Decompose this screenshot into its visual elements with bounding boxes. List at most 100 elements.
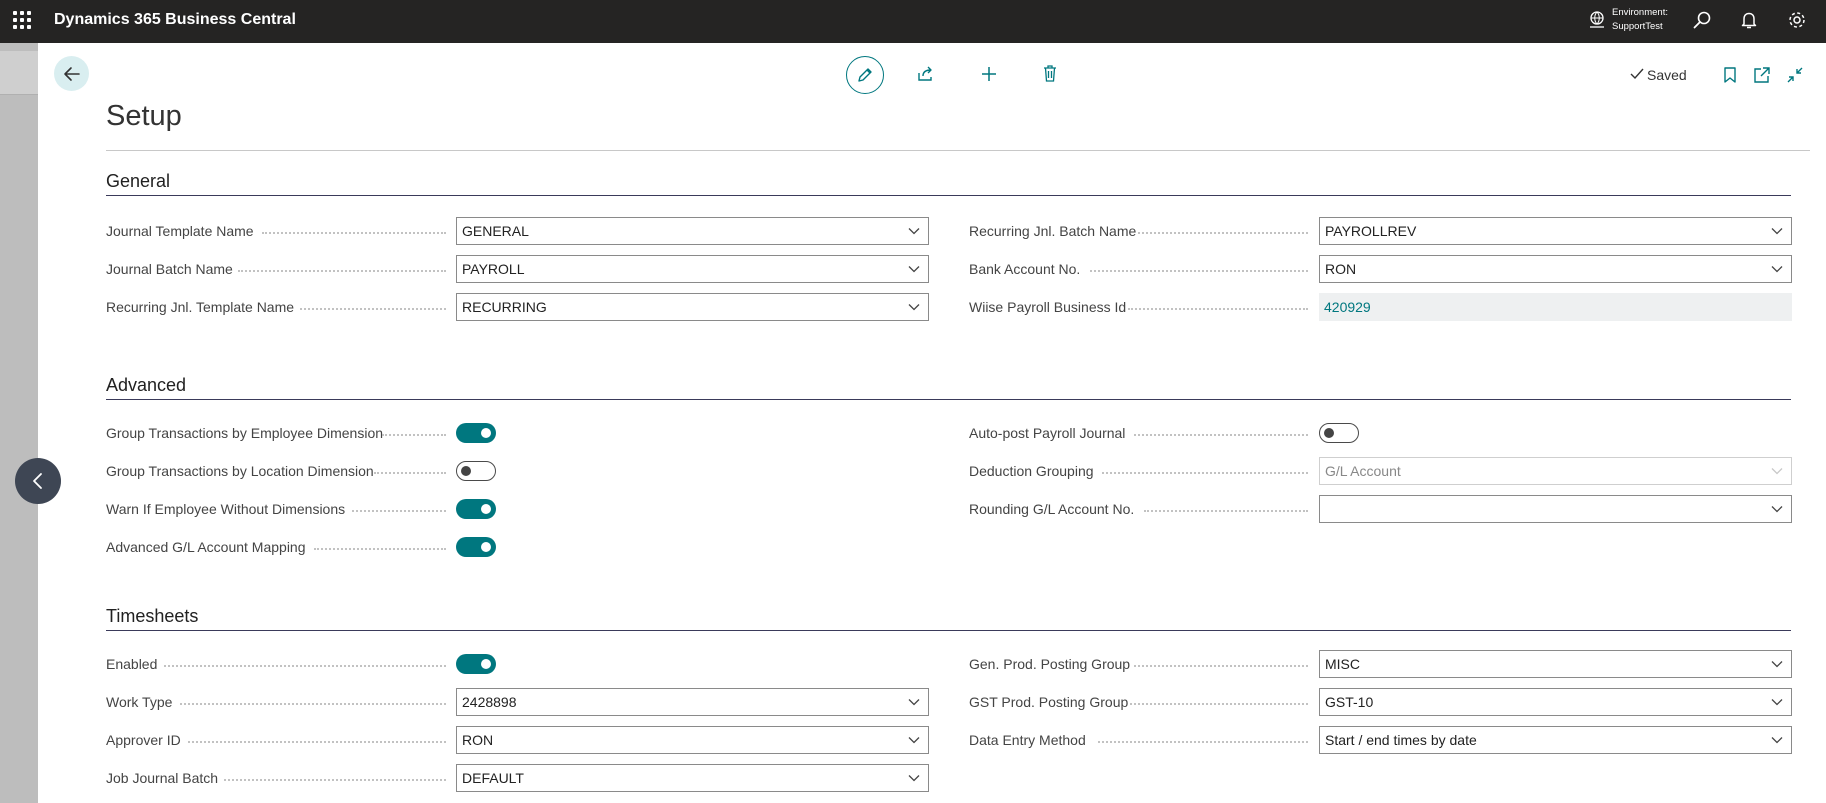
chevron-left-icon bbox=[33, 473, 42, 489]
plus-icon bbox=[982, 67, 996, 81]
chevron-down-icon[interactable] bbox=[1771, 505, 1783, 513]
field-value: MISC bbox=[1325, 656, 1360, 672]
environment-info[interactable]: Environment: SupportTest bbox=[1612, 6, 1668, 34]
section-divider bbox=[106, 630, 1791, 631]
edit-icon bbox=[858, 68, 872, 82]
timesheets-enabled-toggle[interactable] bbox=[456, 654, 496, 674]
field-value: RON bbox=[462, 732, 494, 748]
section-title-advanced[interactable]: Advanced bbox=[106, 375, 186, 396]
chevron-down-icon[interactable] bbox=[908, 774, 920, 782]
gst-prod-posting-group-field[interactable]: GST-10 bbox=[1319, 688, 1792, 716]
chevron-down-icon[interactable] bbox=[1771, 660, 1783, 668]
chevron-down-icon[interactable] bbox=[1771, 265, 1783, 273]
side-panel-toggle-button[interactable] bbox=[15, 458, 61, 504]
label-deduction-grouping: Deduction Grouping bbox=[969, 463, 1094, 479]
edit-button[interactable] bbox=[846, 56, 884, 94]
approver-id-field[interactable]: RON bbox=[456, 726, 929, 754]
chevron-down-icon[interactable] bbox=[1771, 227, 1783, 235]
environment-icon[interactable] bbox=[1587, 10, 1607, 30]
leader-dots bbox=[300, 308, 446, 310]
gen-prod-posting-group-field[interactable]: MISC bbox=[1319, 650, 1792, 678]
leader-dots bbox=[188, 741, 446, 743]
leader-dots bbox=[314, 548, 446, 550]
search-icon[interactable] bbox=[1691, 9, 1713, 31]
leader-dots bbox=[262, 232, 446, 234]
saved-status: Saved bbox=[1647, 67, 1687, 83]
wiise-business-id-field[interactable]: 420929 bbox=[1319, 293, 1792, 321]
chevron-down-icon[interactable] bbox=[908, 736, 920, 744]
journal-template-name-field[interactable]: GENERAL bbox=[456, 217, 929, 245]
field-value: GENERAL bbox=[462, 223, 529, 239]
leader-dots bbox=[1102, 472, 1308, 474]
label-recurring-template-name: Recurring Jnl. Template Name bbox=[106, 299, 295, 315]
label-group-by-location-dim: Group Transactions by Location Dimension bbox=[106, 463, 374, 479]
new-button[interactable] bbox=[974, 59, 1004, 89]
bookmark-icon[interactable] bbox=[1721, 66, 1739, 84]
label-group-by-employee-dim: Group Transactions by Employee Dimension bbox=[106, 425, 384, 441]
collapse-icon[interactable] bbox=[1786, 66, 1804, 84]
chevron-down-icon[interactable] bbox=[908, 227, 920, 235]
label-auto-post-journal: Auto-post Payroll Journal bbox=[969, 425, 1126, 441]
auto-post-journal-toggle[interactable] bbox=[1319, 423, 1359, 443]
work-type-field[interactable]: 2428898 bbox=[456, 688, 929, 716]
chevron-down-icon[interactable] bbox=[1771, 698, 1783, 706]
field-value: G/L Account bbox=[1325, 463, 1401, 479]
section-title-timesheets[interactable]: Timesheets bbox=[106, 606, 198, 627]
rounding-gl-account-field[interactable] bbox=[1319, 495, 1792, 523]
arrow-left-icon bbox=[64, 67, 80, 81]
label-gst-prod-posting-group: GST Prod. Posting Group bbox=[969, 694, 1129, 710]
leader-dots bbox=[1134, 665, 1308, 667]
leader-dots bbox=[382, 434, 446, 436]
recurring-batch-name-field[interactable]: PAYROLLREV bbox=[1319, 217, 1792, 245]
chevron-down-icon bbox=[1771, 468, 1783, 475]
delete-button[interactable] bbox=[1035, 59, 1065, 89]
label-enabled: Enabled bbox=[106, 656, 158, 672]
group-by-location-dim-toggle[interactable] bbox=[456, 461, 496, 481]
open-new-window-icon[interactable] bbox=[1753, 66, 1771, 84]
label-rounding-gl-account: Rounding G/L Account No. bbox=[969, 501, 1135, 517]
warn-without-dims-toggle[interactable] bbox=[456, 499, 496, 519]
field-value: PAYROLLREV bbox=[1325, 223, 1417, 239]
leader-dots bbox=[224, 779, 446, 781]
environment-name: SupportTest bbox=[1612, 21, 1663, 32]
advanced-gl-mapping-toggle[interactable] bbox=[456, 537, 496, 557]
bell-icon[interactable] bbox=[1738, 9, 1760, 31]
share-button[interactable] bbox=[911, 59, 941, 89]
label-gen-prod-posting-group: Gen. Prod. Posting Group bbox=[969, 656, 1131, 672]
section-divider bbox=[106, 195, 1791, 196]
environment-label: Environment: bbox=[1612, 7, 1668, 18]
data-entry-method-field[interactable]: Start / end times by date bbox=[1319, 726, 1792, 754]
left-panel-segment bbox=[0, 51, 38, 95]
label-warn-without-dims: Warn If Employee Without Dimensions bbox=[106, 501, 346, 517]
share-icon bbox=[918, 66, 932, 81]
gear-icon[interactable] bbox=[1786, 9, 1808, 31]
job-journal-batch-field[interactable]: DEFAULT bbox=[456, 764, 929, 792]
bank-account-no-field[interactable]: RON bbox=[1319, 255, 1792, 283]
leader-dots bbox=[1098, 741, 1308, 743]
section-title-general[interactable]: General bbox=[106, 171, 170, 192]
back-button[interactable] bbox=[54, 56, 89, 91]
chevron-down-icon[interactable] bbox=[908, 698, 920, 706]
leader-dots bbox=[180, 703, 446, 705]
label-recurring-batch-name: Recurring Jnl. Batch Name bbox=[969, 223, 1137, 239]
group-by-employee-dim-toggle[interactable] bbox=[456, 423, 496, 443]
trash-icon bbox=[1044, 65, 1056, 82]
deduction-grouping-field[interactable]: G/L Account bbox=[1319, 457, 1792, 485]
journal-batch-name-field[interactable]: PAYROLL bbox=[456, 255, 929, 283]
field-value: GST-10 bbox=[1325, 694, 1374, 710]
field-value: DEFAULT bbox=[462, 770, 524, 786]
leader-dots bbox=[1144, 510, 1308, 512]
chevron-down-icon[interactable] bbox=[908, 303, 920, 311]
app-title[interactable]: Dynamics 365 Business Central bbox=[54, 11, 296, 29]
check-icon bbox=[1630, 68, 1644, 80]
field-value: 2428898 bbox=[462, 694, 517, 710]
chevron-down-icon[interactable] bbox=[908, 265, 920, 273]
label-work-type: Work Type bbox=[106, 694, 173, 710]
leader-dots bbox=[1134, 434, 1308, 436]
chevron-down-icon[interactable] bbox=[1771, 736, 1783, 744]
recurring-template-name-field[interactable]: RECURRING bbox=[456, 293, 929, 321]
field-value[interactable]: 420929 bbox=[1324, 299, 1371, 315]
waffle-icon[interactable] bbox=[13, 11, 31, 29]
label-advanced-gl-mapping: Advanced G/L Account Mapping bbox=[106, 539, 306, 555]
top-bar: Dynamics 365 Business Central Environmen… bbox=[0, 0, 1826, 43]
